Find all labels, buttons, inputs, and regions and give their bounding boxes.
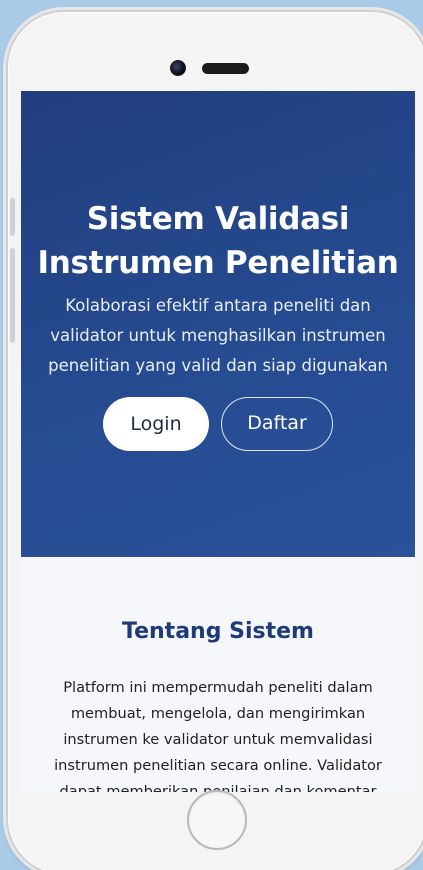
hero-section: Sistem Validasi Instrumen Penelitian Kol… bbox=[21, 91, 415, 557]
login-button[interactable]: Login bbox=[103, 397, 209, 451]
volume-up-button bbox=[10, 198, 15, 236]
hero-subtitle-line-2: validator untuk menghasilkan instrumen bbox=[50, 326, 386, 345]
earpiece-speaker bbox=[202, 63, 249, 74]
phone-mockup-stage: Sistem Validasi Instrumen Penelitian Kol… bbox=[0, 0, 423, 870]
phone-screen: Sistem Validasi Instrumen Penelitian Kol… bbox=[21, 91, 415, 792]
hero-subtitle: Kolaborasi efektif antara peneliti dan v… bbox=[35, 291, 401, 381]
hero-title: Sistem Validasi Instrumen Penelitian bbox=[21, 197, 415, 285]
about-line-3: instrumen ke validator untuk memvalidasi bbox=[63, 731, 373, 748]
about-title: Tentang Sistem bbox=[122, 619, 314, 644]
hero-title-line-2: Instrumen Penelitian bbox=[37, 245, 399, 281]
hero-subtitle-line-3: penelitian yang valid dan siap digunakan bbox=[48, 356, 388, 375]
hero-title-line-1: Sistem Validasi bbox=[86, 201, 350, 237]
about-description: Platform ini mempermudah peneliti dalam … bbox=[41, 675, 395, 792]
about-line-4: instrumen penelitian secara online. Vali… bbox=[54, 757, 382, 774]
about-line-1: Platform ini mempermudah peneliti dalam bbox=[63, 679, 373, 696]
about-line-2: membuat, mengelola, dan mengirimkan bbox=[70, 705, 366, 722]
volume-down-button bbox=[10, 248, 15, 343]
register-button[interactable]: Daftar bbox=[221, 397, 333, 451]
home-button[interactable] bbox=[187, 790, 247, 850]
hero-subtitle-line-1: Kolaborasi efektif antara peneliti dan bbox=[65, 296, 371, 315]
about-section: Tentang Sistem Platform ini mempermudah … bbox=[21, 557, 415, 792]
front-camera bbox=[170, 60, 186, 76]
